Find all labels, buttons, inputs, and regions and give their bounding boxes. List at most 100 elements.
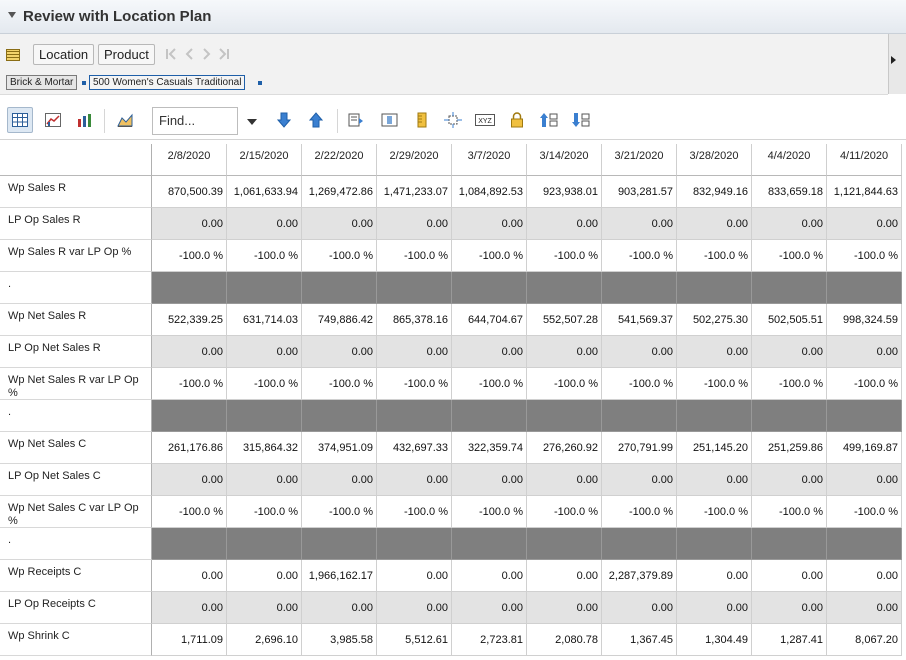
chart-view-button[interactable] [72, 107, 98, 133]
grid-cell[interactable]: 631,714.03 [227, 304, 302, 336]
grid-cell[interactable]: -100.0 % [302, 368, 377, 400]
grid-cell[interactable]: 832,949.16 [677, 176, 752, 208]
column-header[interactable]: 4/4/2020 [752, 144, 827, 176]
context-panel-expander[interactable] [888, 34, 906, 94]
row-header[interactable]: Wp Shrink C [0, 624, 152, 656]
row-header[interactable]: Wp Net Sales C [0, 432, 152, 464]
grid-cell[interactable]: -100.0 % [827, 240, 902, 272]
row-header[interactable]: . [0, 400, 152, 432]
grid-cell[interactable]: 0.00 [527, 560, 602, 592]
grid-cell[interactable]: 315,864.32 [227, 432, 302, 464]
grid-cell[interactable]: 0.00 [602, 208, 677, 240]
grid-cell[interactable]: 0.00 [527, 592, 602, 624]
grid-cell[interactable]: -100.0 % [227, 496, 302, 528]
grid-cell[interactable]: -100.0 % [152, 240, 227, 272]
grid-cell[interactable]: 322,359.74 [452, 432, 527, 464]
grid-cell[interactable]: 2,723.81 [452, 624, 527, 656]
grid-cell[interactable]: 0.00 [452, 208, 527, 240]
grid-cell[interactable]: 0.00 [152, 208, 227, 240]
grid-cell[interactable]: 5,512.61 [377, 624, 452, 656]
find-dropdown-icon[interactable] [247, 119, 257, 125]
column-header[interactable]: 2/29/2020 [377, 144, 452, 176]
grid-cell[interactable]: -100.0 % [677, 368, 752, 400]
grid-cell[interactable]: 522,339.25 [152, 304, 227, 336]
row-header[interactable]: . [0, 528, 152, 560]
column-header[interactable]: 3/14/2020 [527, 144, 602, 176]
grid-cell[interactable]: 499,169.87 [827, 432, 902, 464]
column-header[interactable]: 3/7/2020 [452, 144, 527, 176]
grid-cell[interactable]: 1,711.09 [152, 624, 227, 656]
grid-cell[interactable]: -100.0 % [452, 368, 527, 400]
grid-cell[interactable]: 0.00 [377, 464, 452, 496]
grid-cell[interactable]: 749,886.42 [302, 304, 377, 336]
grid-cell[interactable]: 1,471,233.07 [377, 176, 452, 208]
find-input[interactable]: Find... [152, 107, 238, 135]
grid-cell[interactable]: 1,367.45 [602, 624, 677, 656]
grid-cell[interactable]: -100.0 % [152, 496, 227, 528]
grid-cell[interactable]: 0.00 [377, 336, 452, 368]
column-header[interactable]: 3/28/2020 [677, 144, 752, 176]
grid-cell[interactable]: 2,080.78 [527, 624, 602, 656]
expand-arrow-icon[interactable] [891, 56, 896, 64]
row-header[interactable]: LP Op Receipts C [0, 592, 152, 624]
grid-cell[interactable]: 0.00 [677, 560, 752, 592]
grid-cell[interactable]: -100.0 % [677, 240, 752, 272]
grid-cell[interactable]: 0.00 [752, 560, 827, 592]
grid-cell[interactable]: 865,378.16 [377, 304, 452, 336]
grid-cell[interactable]: 276,260.92 [527, 432, 602, 464]
grid-cell[interactable]: 8,067.20 [827, 624, 902, 656]
grid-cell[interactable]: 0.00 [677, 336, 752, 368]
ruler-button[interactable] [409, 107, 435, 133]
grid-cell[interactable]: 0.00 [827, 592, 902, 624]
grid-cell[interactable]: 0.00 [152, 592, 227, 624]
grid-cell[interactable]: 0.00 [827, 464, 902, 496]
column-header[interactable]: 3/21/2020 [602, 144, 677, 176]
grid-cell[interactable]: 0.00 [377, 560, 452, 592]
grid-cell[interactable]: 0.00 [752, 208, 827, 240]
grid-cell[interactable]: 0.00 [452, 464, 527, 496]
grid-cell[interactable]: 0.00 [752, 336, 827, 368]
grid-cell[interactable]: 903,281.57 [602, 176, 677, 208]
grid-cell[interactable]: -100.0 % [527, 240, 602, 272]
collapse-triangle-icon[interactable] [8, 12, 16, 18]
grid-cell[interactable]: 0.00 [752, 464, 827, 496]
grid-cell[interactable]: -100.0 % [602, 496, 677, 528]
grid-cell[interactable]: 270,791.99 [602, 432, 677, 464]
column-header[interactable]: 2/15/2020 [227, 144, 302, 176]
grid-cell[interactable]: 261,176.86 [152, 432, 227, 464]
grid-cell[interactable]: 2,287,379.89 [602, 560, 677, 592]
row-header[interactable]: LP Op Net Sales C [0, 464, 152, 496]
grid-cell[interactable]: 0.00 [227, 336, 302, 368]
grid-cell[interactable]: 0.00 [602, 464, 677, 496]
row-header[interactable]: LP Op Sales R [0, 208, 152, 240]
find-previous-button[interactable] [303, 107, 329, 133]
grid-cell[interactable]: -100.0 % [302, 496, 377, 528]
grid-cell[interactable]: -100.0 % [302, 240, 377, 272]
grid-cell[interactable]: 0.00 [602, 592, 677, 624]
column-header[interactable]: 4/11/2020 [827, 144, 902, 176]
grid-cell[interactable]: 0.00 [227, 592, 302, 624]
column-header[interactable]: 2/8/2020 [152, 144, 227, 176]
grid-cell[interactable]: 251,145.20 [677, 432, 752, 464]
lock-button[interactable] [504, 107, 530, 133]
grid-cell[interactable]: -100.0 % [452, 496, 527, 528]
location-dimension-button[interactable]: Location [33, 44, 95, 65]
grid-cell[interactable]: 251,259.86 [752, 432, 827, 464]
grid-cell[interactable]: 1,304.49 [677, 624, 752, 656]
grid-cell[interactable]: -100.0 % [527, 368, 602, 400]
grid-cell[interactable]: 0.00 [152, 336, 227, 368]
area-chart-button[interactable] [112, 107, 138, 133]
grid-cell[interactable]: 0.00 [452, 336, 527, 368]
grid-cell[interactable]: 552,507.28 [527, 304, 602, 336]
row-header[interactable]: LP Op Net Sales R [0, 336, 152, 368]
find-next-button[interactable] [271, 107, 297, 133]
grid-cell[interactable]: -100.0 % [227, 240, 302, 272]
grid-cell[interactable]: 0.00 [677, 208, 752, 240]
grid-cell[interactable]: 0.00 [452, 560, 527, 592]
grid-cell[interactable]: 0.00 [827, 560, 902, 592]
grid-cell[interactable]: 0.00 [527, 336, 602, 368]
grid-cell[interactable]: 0.00 [227, 560, 302, 592]
grid-cell[interactable]: 0.00 [302, 592, 377, 624]
grid-cell[interactable]: 0.00 [752, 592, 827, 624]
grid-cell[interactable]: -100.0 % [827, 496, 902, 528]
